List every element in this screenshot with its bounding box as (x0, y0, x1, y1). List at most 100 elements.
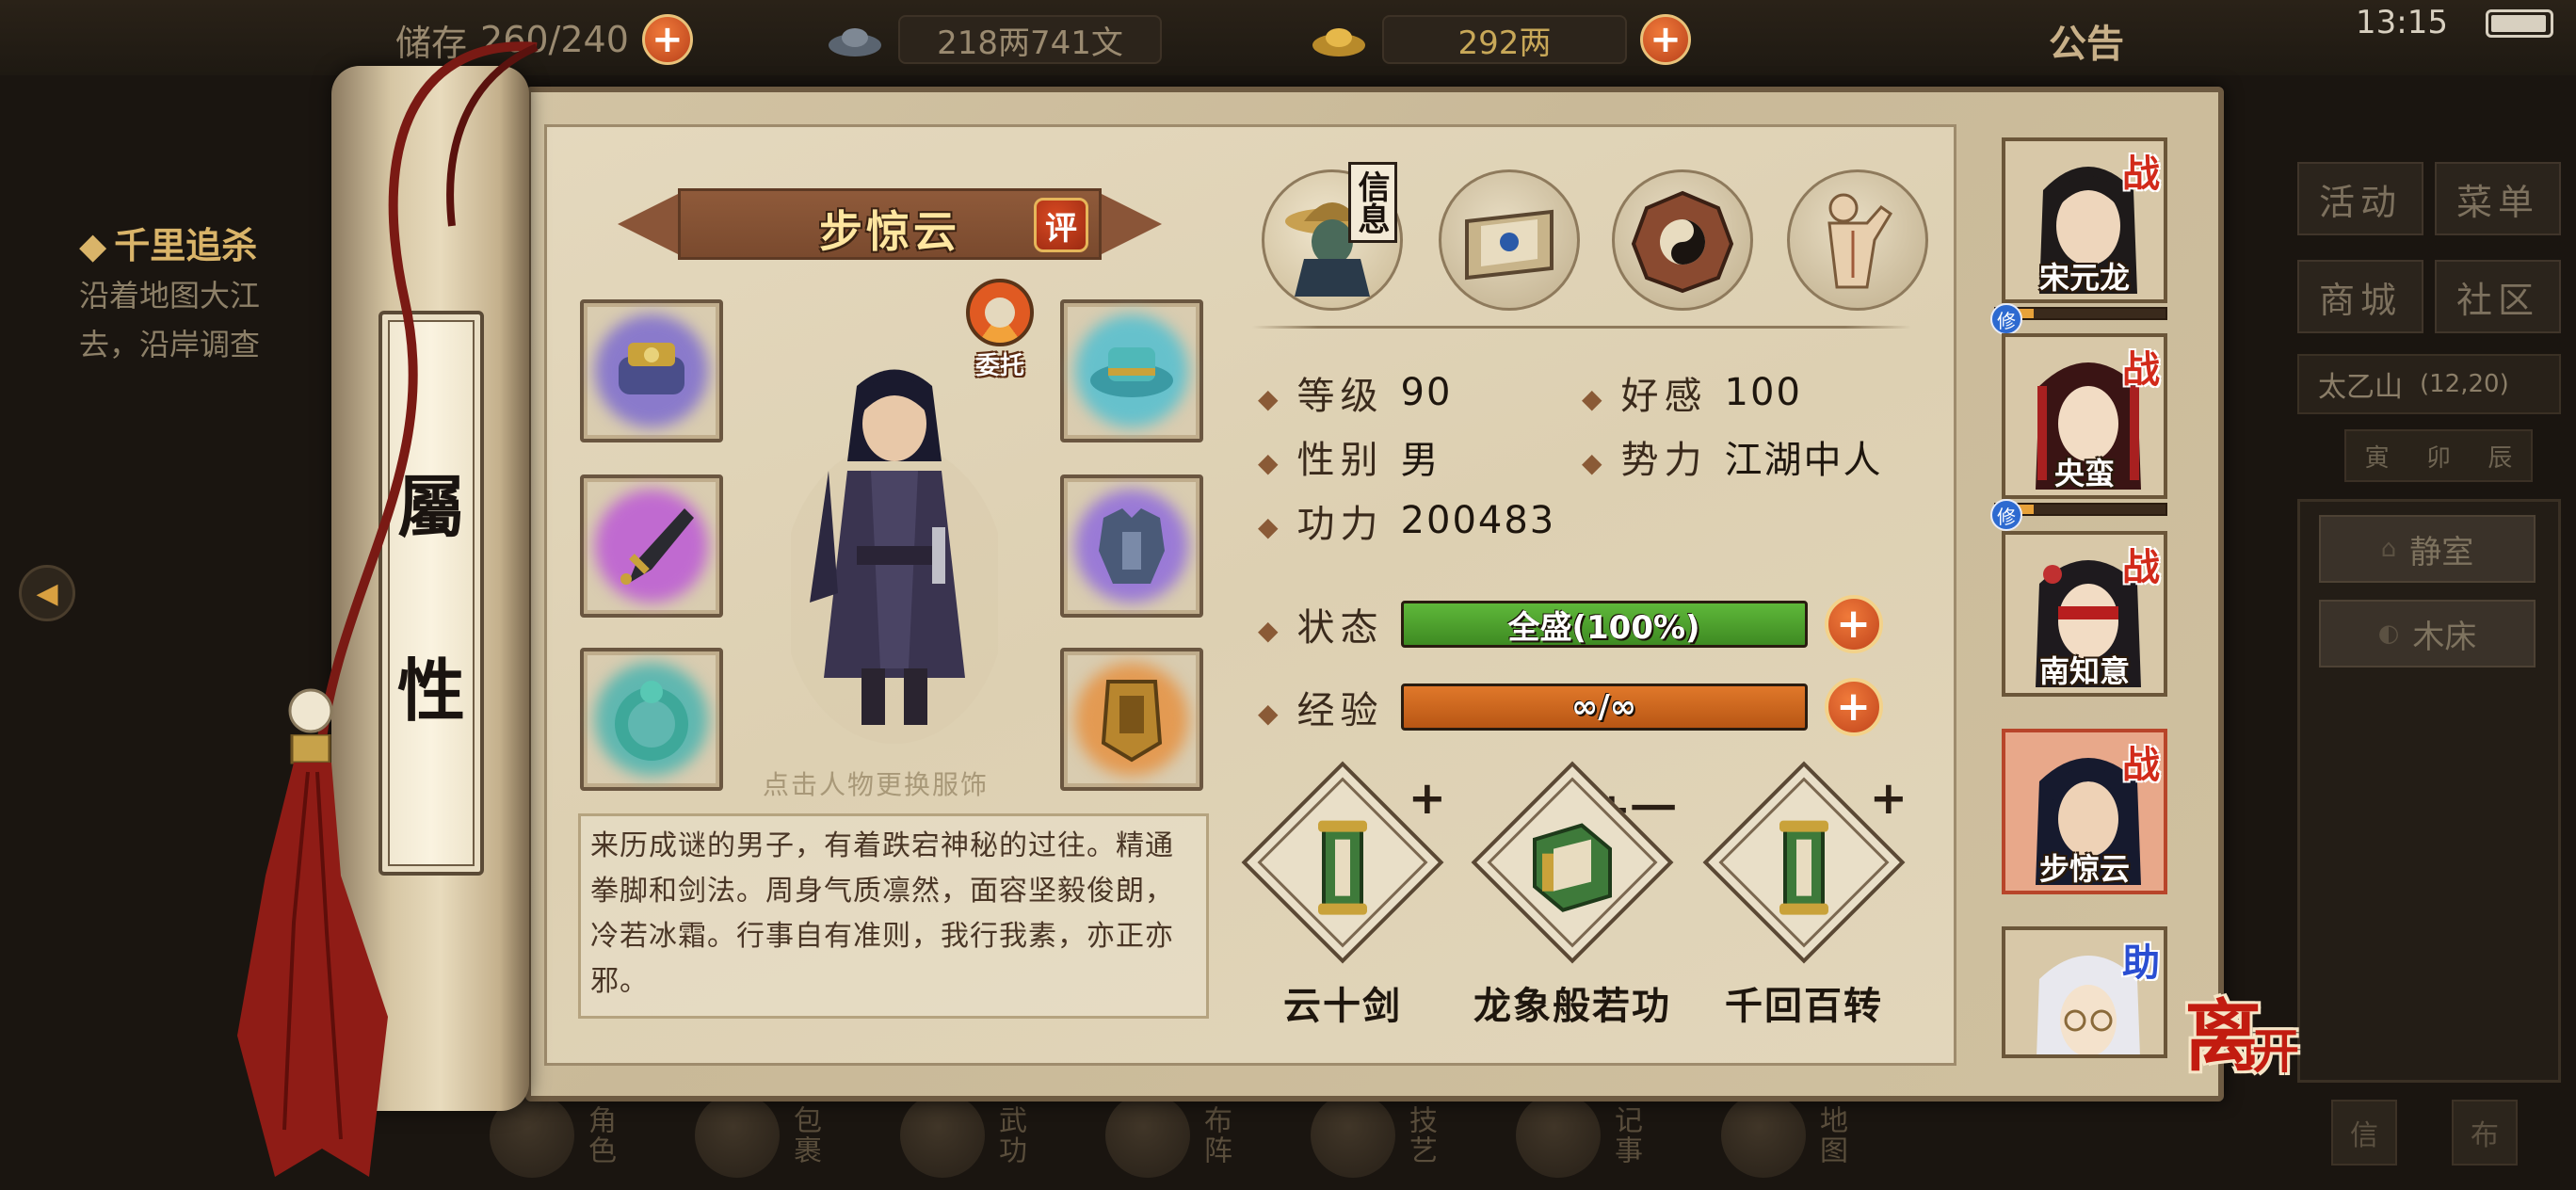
party-member[interactable]: 助 (2002, 926, 2167, 1058)
stat-level-label: 等级 (1258, 365, 1384, 420)
rate-button[interactable]: 评 (1034, 198, 1088, 252)
gold-add-button[interactable]: + (1640, 14, 1691, 65)
equip-slot-gauntlet[interactable] (580, 299, 723, 442)
community-button[interactable]: 社区 (2435, 260, 2561, 333)
room-item[interactable]: ◐ 木床 (2319, 600, 2536, 667)
gold-ingot-icon (1312, 28, 1365, 56)
room-list: ⌂ 静室 ◐ 木床 (2297, 499, 2561, 1083)
room-label: 木床 (2412, 618, 2477, 656)
hero-figure[interactable] (791, 358, 998, 753)
collapse-left-icon[interactable]: ◀ (19, 565, 75, 621)
tab-divider (1252, 326, 1911, 329)
house-icon: ⌂ (2380, 535, 2397, 563)
gold-value: 292两 (1382, 15, 1627, 64)
outfit-hint: 点击人物更换服饰 (763, 769, 990, 800)
exp-add-button[interactable]: + (1824, 678, 1883, 736)
leave-label-small: 开 (2252, 1023, 2300, 1079)
nav-journal[interactable]: 记事 (1516, 1093, 1646, 1178)
shop-button[interactable]: 商城 (2297, 260, 2423, 333)
equip-slot-ring[interactable] (580, 648, 723, 791)
location-name: 太乙山 (2318, 371, 2403, 404)
stat-power-value: 200483 (1400, 499, 1556, 542)
state-row: 状态 全盛(100%) + (1258, 595, 1883, 653)
state-add-button[interactable]: + (1824, 595, 1883, 653)
state-label: 状态 (1258, 597, 1384, 651)
gauntlet-icon (619, 343, 684, 394)
scroll-icon (1779, 820, 1828, 915)
nav-label: 武功 (993, 1105, 1026, 1166)
book-scroll-icon (1533, 823, 1612, 912)
entrust-icon (966, 279, 1034, 346)
stat-gender-label: 性别 (1258, 429, 1384, 484)
party-member-selected[interactable]: 战 步惊云 (2002, 729, 2167, 894)
meridian-body-icon (1827, 193, 1893, 289)
hero-name: 步惊云 (819, 206, 960, 257)
bagua-icon (1631, 190, 1734, 294)
member-tag: 战 (2122, 347, 2160, 392)
entrust-button[interactable]: 委托 (962, 279, 1038, 380)
nav-label: 角色 (583, 1105, 616, 1166)
member-name: 央蛮 (2053, 456, 2115, 491)
time-tick: 辰 (2487, 443, 2513, 473)
nav-skills[interactable]: 技艺 (1311, 1093, 1441, 1178)
storage-add-button[interactable]: + (641, 14, 693, 65)
skill-slot[interactable]: +一 龙象般若功 (1469, 761, 1676, 1030)
stat-favor-value: 100 (1724, 371, 1802, 414)
tab-bagua[interactable] (1612, 169, 1753, 311)
party-member[interactable]: 战 央蛮 (2002, 333, 2167, 499)
menu-button[interactable]: 菜单 (2435, 162, 2561, 235)
jade-ring-icon (615, 681, 688, 761)
book-icon (1465, 209, 1554, 281)
nav-formation[interactable]: 布阵 (1105, 1093, 1235, 1178)
location-display[interactable]: 太乙山 (12,20) (2297, 354, 2561, 414)
tab-book[interactable] (1439, 169, 1580, 311)
stat-level-value: 90 (1400, 371, 1453, 414)
stat-gender: 性别 男 (1258, 429, 1441, 484)
skill-name: 千回百转 (1725, 985, 1883, 1028)
equip-slot-token[interactable] (1060, 648, 1203, 791)
notice-button[interactable]: 公告 (2049, 13, 2124, 68)
cord-decoration (288, 41, 539, 754)
mail-button[interactable]: 信 (2331, 1100, 2397, 1166)
stat-faction-value: 江湖中人 (1724, 439, 1883, 482)
gold-resource: 292两 + (1309, 11, 1691, 68)
time-bar: 寅 卯 辰 (2344, 429, 2533, 482)
hero-description: 来历成谜的男子，有着跌宕神秘的过往。精通拳脚和剑法。周身气质凛然，面容坚毅俊朗，… (578, 813, 1209, 1019)
member-name: 步惊云 (2038, 851, 2130, 887)
stat-faction: 势力 江湖中人 (1582, 429, 1883, 484)
hero-name-banner: 步惊云 评 (612, 185, 1167, 264)
stat-gender-value: 男 (1400, 439, 1441, 482)
exp-bar-text: ∞/∞ (1571, 688, 1637, 726)
state-bar-text: 全盛(100%) (1507, 608, 1700, 647)
leave-label: 离 (2184, 991, 2262, 1082)
entrust-label: 委托 (974, 352, 1024, 380)
exp-label: 经验 (1258, 680, 1384, 734)
skill-level-mark: + (1408, 772, 1446, 825)
state-bar: 全盛(100%) (1400, 601, 1808, 648)
activity-button[interactable]: 活动 (2297, 162, 2423, 235)
nav-bag[interactable]: 包裹 (695, 1093, 825, 1178)
skill-slot[interactable]: + 千回百转 (1700, 761, 1908, 1030)
layout-button[interactable]: 布 (2452, 1100, 2518, 1166)
equip-slot-hat[interactable] (1060, 299, 1203, 442)
party-member[interactable]: 战 南知意 (2002, 531, 2167, 697)
time-tick: 卯 (2425, 443, 2451, 473)
map-icon (1721, 1093, 1806, 1178)
leave-button[interactable]: 离开 (2184, 998, 2299, 1075)
nav-map[interactable]: 地图 (1721, 1093, 1851, 1178)
nav-martial[interactable]: 武功 (900, 1093, 1030, 1178)
banner-left-tip (618, 194, 678, 254)
equip-slot-armor[interactable] (1060, 474, 1203, 618)
ingot-icon (829, 28, 881, 56)
skill-level-mark: + (1869, 772, 1908, 825)
member-tag: 战 (2122, 152, 2160, 196)
party-member[interactable]: 战 宋元龙 (2002, 137, 2167, 303)
tab-meridian[interactable] (1787, 169, 1928, 311)
room-item[interactable]: ⌂ 静室 (2319, 515, 2536, 583)
equip-slot-weapon[interactable] (580, 474, 723, 618)
member-tag: 战 (2122, 545, 2160, 589)
nav-label: 地图 (1814, 1105, 1847, 1166)
skill-slot[interactable]: + 云十剑 (1239, 761, 1446, 1030)
bag-icon (695, 1093, 780, 1178)
armor-icon (1099, 508, 1165, 584)
